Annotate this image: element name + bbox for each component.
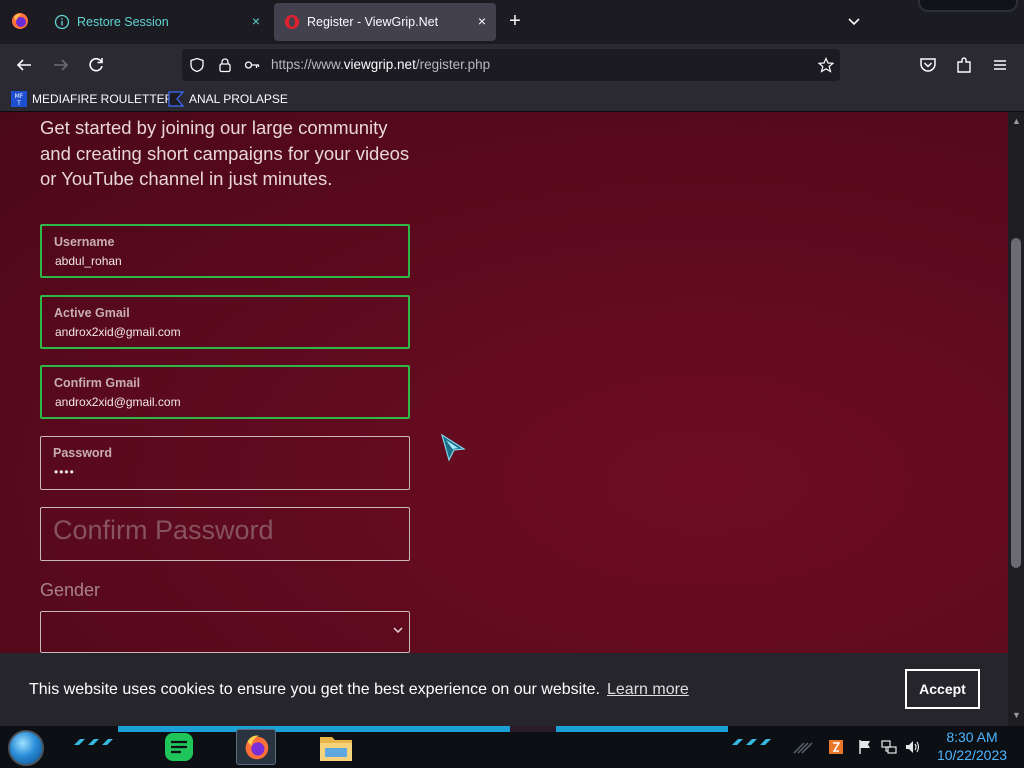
intro-text: Get started by joining our large communi… xyxy=(40,117,410,189)
username-label: Username xyxy=(54,235,115,249)
navigation-bar: https://www.viewgrip.net/register.php xyxy=(0,44,1024,86)
taskbar-accent-strip xyxy=(118,726,728,732)
taskbar-firefox-icon[interactable] xyxy=(236,729,276,765)
bookmark-anal-prolapse[interactable]: ANAL PROLAPSE xyxy=(168,90,288,108)
bookmark-favicon-icon xyxy=(168,91,184,107)
menu-hamburger-icon[interactable] xyxy=(989,54,1011,76)
password-field[interactable]: Password •••• xyxy=(40,436,410,490)
extensions-icon[interactable] xyxy=(953,54,975,76)
bookmark-mediafire-rouletter[interactable]: MF T MEDIAFIRE ROULETTER xyxy=(11,90,173,108)
chevron-down-icon xyxy=(393,627,403,634)
tab-strip: Restore Session × Register - ViewGrip.Ne… xyxy=(0,0,1024,44)
cookie-message: This website uses cookies to ensure you … xyxy=(29,681,600,698)
bookmark-label: ANAL PROLAPSE xyxy=(189,92,288,106)
cookie-banner: This website uses cookies to ensure you … xyxy=(0,653,1008,726)
clock-time: 8:30 AM xyxy=(946,729,998,745)
viewgrip-favicon-icon xyxy=(285,15,299,29)
taskbar-decoration-left xyxy=(74,739,113,745)
url-path: /register.php xyxy=(415,57,491,72)
file-explorer-icon[interactable] xyxy=(316,729,356,765)
password-value[interactable]: •••• xyxy=(54,465,75,479)
taskbar-accent-strip-dark xyxy=(510,726,556,732)
forward-arrow-icon[interactable] xyxy=(50,54,72,76)
scrollbar-thumb[interactable] xyxy=(1011,238,1021,568)
page-content: Get started by joining our large communi… xyxy=(0,112,1008,728)
scroll-up-arrow-icon[interactable]: ▲ xyxy=(1012,116,1021,126)
bookmark-star-icon[interactable] xyxy=(818,57,834,73)
tab-register[interactable]: Register - ViewGrip.Net × xyxy=(274,3,496,41)
taskbar-decoration-right xyxy=(732,739,771,745)
mediafire-icon: MF T xyxy=(11,91,27,107)
password-label: Password xyxy=(53,446,113,460)
confirm-gmail-field[interactable]: Confirm Gmail androx2xid@gmail.com xyxy=(40,365,410,419)
system-clock[interactable]: 8:30 AM 10/22/2023 xyxy=(930,728,1014,764)
shield-icon[interactable] xyxy=(189,57,205,73)
app-green-notes-icon[interactable] xyxy=(160,729,200,765)
active-gmail-value[interactable]: androx2xid@gmail.com xyxy=(55,325,181,339)
scroll-down-arrow-icon[interactable]: ▼ xyxy=(1012,710,1021,720)
tab-label: Restore Session xyxy=(77,15,169,29)
pocket-icon[interactable] xyxy=(917,54,939,76)
address-bar[interactable]: https://www.viewgrip.net/register.php xyxy=(182,49,840,81)
tab-restore-session[interactable]: Restore Session × xyxy=(44,3,270,41)
active-gmail-field[interactable]: Active Gmail androx2xid@gmail.com xyxy=(40,295,410,349)
close-tab-icon[interactable]: × xyxy=(252,13,260,29)
confirm-password-placeholder: Confirm Password xyxy=(53,515,274,545)
url-domain: viewgrip.net xyxy=(343,57,416,72)
tab-label: Register - ViewGrip.Net xyxy=(307,15,439,29)
gender-label: Gender xyxy=(40,580,101,600)
info-icon xyxy=(54,14,70,30)
show-hidden-icons-icon[interactable] xyxy=(792,739,816,755)
bookmarks-toolbar: MF T MEDIAFIRE ROULETTER ANAL PROLAPSE xyxy=(0,86,1024,112)
url-scheme: https://www. xyxy=(271,57,344,72)
new-tab-button[interactable]: + xyxy=(505,10,525,32)
mouse-cursor-icon xyxy=(440,433,466,462)
network-icon[interactable] xyxy=(881,739,897,755)
firefox-icon[interactable] xyxy=(11,12,29,30)
username-value[interactable]: abdul_rohan xyxy=(55,254,122,268)
tray-app-icon[interactable] xyxy=(828,739,844,755)
gender-select[interactable] xyxy=(40,611,410,653)
list-all-tabs-chevron-icon[interactable] xyxy=(844,12,864,32)
page-scrollbar[interactable]: ▲ ▼ xyxy=(1008,112,1024,728)
confirm-gmail-label: Confirm Gmail xyxy=(54,376,141,390)
username-field[interactable]: Username abdul_rohan xyxy=(40,224,410,278)
confirm-gmail-value[interactable]: androx2xid@gmail.com xyxy=(55,395,181,409)
accept-cookies-button[interactable]: Accept xyxy=(905,669,980,709)
confirm-password-field[interactable]: Confirm Password xyxy=(40,507,410,561)
svg-text:MF: MF xyxy=(15,93,24,100)
volume-speaker-icon[interactable] xyxy=(905,739,921,755)
start-orb-button[interactable] xyxy=(8,730,44,766)
active-gmail-label: Active Gmail xyxy=(54,306,130,320)
taskbar: 8:30 AM 10/22/2023 xyxy=(0,726,1024,768)
window-frame-decoration xyxy=(918,0,1018,12)
learn-more-link[interactable]: Learn more xyxy=(607,681,689,699)
reload-icon[interactable] xyxy=(85,54,107,76)
key-icon[interactable] xyxy=(244,57,260,73)
bookmark-label: MEDIAFIRE ROULETTER xyxy=(32,92,174,106)
back-arrow-icon[interactable] xyxy=(13,54,35,76)
url-text[interactable]: https://www.viewgrip.net/register.php xyxy=(271,57,490,72)
lock-icon[interactable] xyxy=(217,57,233,73)
svg-text:T: T xyxy=(16,100,21,107)
close-tab-icon[interactable]: × xyxy=(478,13,486,29)
action-center-flag-icon[interactable] xyxy=(857,739,873,755)
clock-date: 10/22/2023 xyxy=(936,747,1008,763)
